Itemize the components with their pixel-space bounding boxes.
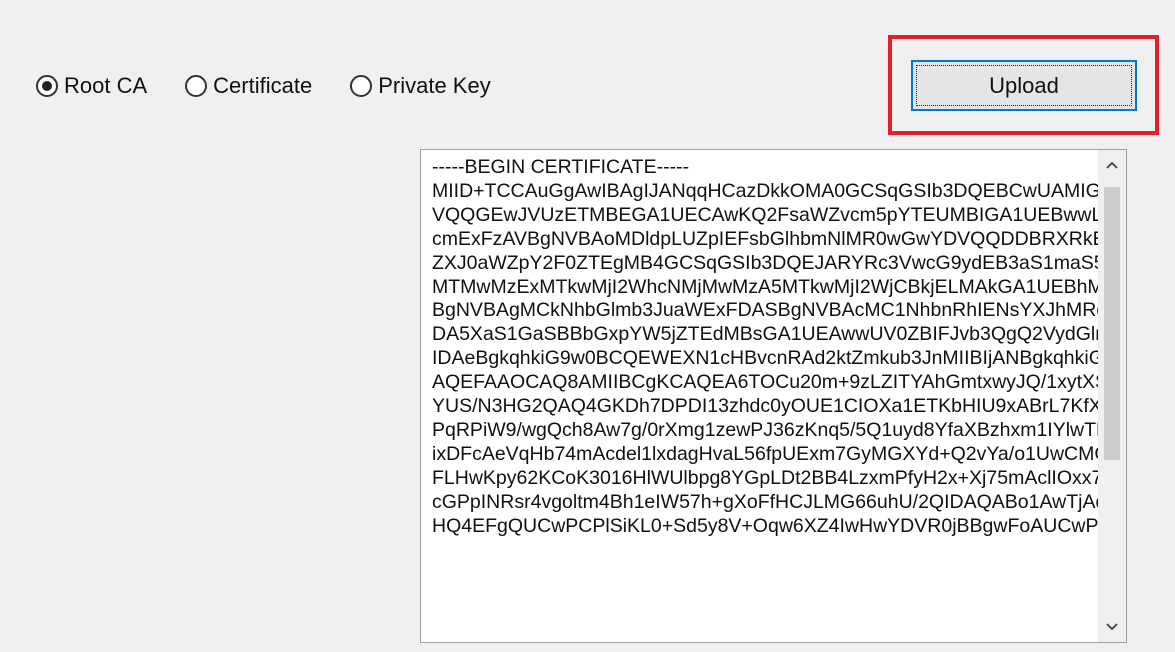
certificate-textarea[interactable]: -----BEGIN CERTIFICATE----- MIID+TCCAuGg…	[420, 149, 1127, 643]
upload-panel: Root CA Certificate Private Key Upload -…	[0, 0, 1175, 652]
scroll-up-button[interactable]	[1098, 150, 1126, 180]
chevron-up-icon	[1106, 156, 1118, 174]
radio-root-ca[interactable]: Root CA	[36, 73, 147, 99]
scroll-down-button[interactable]	[1098, 612, 1126, 642]
scroll-thumb[interactable]	[1104, 187, 1120, 460]
upload-button[interactable]: Upload	[911, 60, 1137, 111]
radio-button-selected[interactable]	[36, 75, 58, 97]
radio-private-key[interactable]: Private Key	[350, 73, 491, 99]
radio-label-root-ca[interactable]: Root CA	[64, 73, 147, 99]
radio-label-private-key[interactable]: Private Key	[378, 73, 491, 99]
certificate-content[interactable]: -----BEGIN CERTIFICATE----- MIID+TCCAuGg…	[432, 156, 1100, 539]
radio-button[interactable]	[185, 75, 208, 97]
file-type-radio-group: Root CA Certificate Private Key	[36, 68, 529, 104]
radio-dot	[42, 81, 52, 91]
radio-button[interactable]	[350, 75, 373, 97]
chevron-down-icon	[1106, 618, 1118, 636]
upload-button-label[interactable]: Upload	[916, 65, 1132, 106]
radio-certificate[interactable]: Certificate	[185, 73, 312, 99]
vertical-scrollbar[interactable]	[1098, 150, 1126, 642]
radio-label-certificate[interactable]: Certificate	[213, 73, 312, 99]
